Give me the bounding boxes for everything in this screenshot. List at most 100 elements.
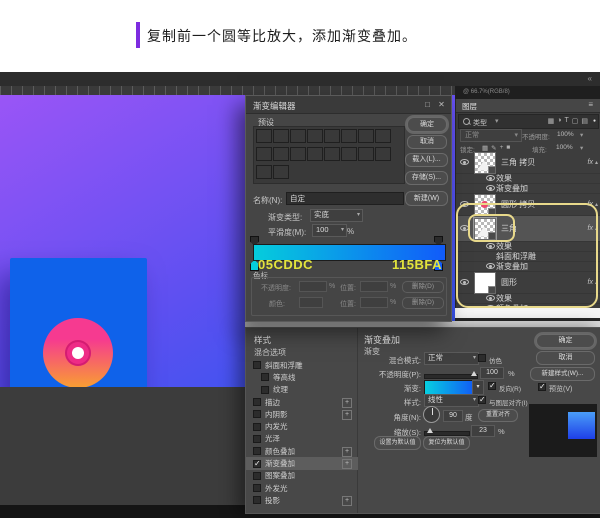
visibility-eye-icon[interactable] bbox=[486, 295, 496, 302]
preview-checkbox[interactable]: ✓ bbox=[538, 382, 546, 391]
chevron-down-icon[interactable]: ▾ bbox=[580, 144, 583, 152]
lock-toggle-icon[interactable]: ■ bbox=[506, 144, 510, 152]
close-icon[interactable]: ✕ bbox=[435, 99, 448, 110]
layer-thumbnail[interactable] bbox=[474, 193, 496, 216]
stop-color-swatch[interactable] bbox=[299, 297, 323, 308]
stop-opacity-input[interactable] bbox=[299, 281, 327, 292]
visibility-eye-icon[interactable] bbox=[460, 159, 470, 166]
gradient-preset-swatch[interactable] bbox=[273, 147, 289, 161]
slider-thumb[interactable] bbox=[471, 371, 477, 376]
gradient-preset-swatch[interactable] bbox=[273, 129, 289, 143]
gradient-preset-swatch[interactable] bbox=[256, 165, 272, 179]
gradient-swatch[interactable] bbox=[424, 380, 473, 395]
add-effect-icon[interactable]: + bbox=[342, 459, 352, 470]
gradient-preset-swatch[interactable] bbox=[375, 147, 391, 161]
gradient-type-select[interactable]: 实底 ▾ bbox=[310, 209, 363, 222]
style-checkbox[interactable]: ✓ bbox=[253, 484, 261, 493]
angle-dial[interactable] bbox=[423, 406, 440, 423]
gradient-preset-swatch[interactable] bbox=[307, 147, 323, 161]
angle-value[interactable]: 90 bbox=[443, 410, 463, 422]
visibility-eye-icon[interactable] bbox=[486, 243, 496, 250]
filter-kind-icon[interactable]: T bbox=[564, 117, 568, 125]
style-item[interactable]: ✓ 纹理 + bbox=[246, 384, 358, 396]
style-item[interactable]: ✓ 内阴影 + bbox=[246, 408, 358, 421]
opacity-value[interactable]: 100% bbox=[557, 131, 574, 138]
style-checkbox[interactable]: ✓ bbox=[253, 496, 261, 505]
new-style-button[interactable]: 新建样式(W)... bbox=[530, 367, 595, 381]
dock-collapse-icon[interactable]: « bbox=[588, 74, 592, 83]
smoothness-input[interactable]: 100 ▾ bbox=[312, 224, 347, 237]
gradient-preset-swatch[interactable] bbox=[341, 147, 357, 161]
style-item[interactable]: ✓ 内发光 + bbox=[246, 420, 358, 432]
slider-thumb[interactable] bbox=[427, 428, 433, 433]
gradient-preset-swatch[interactable] bbox=[358, 129, 374, 143]
layer-row[interactable]: 渐变叠加 fx▴ bbox=[456, 262, 600, 272]
reverse-checkbox[interactable]: ✓ bbox=[488, 381, 496, 390]
gradient-preset-swatch[interactable] bbox=[341, 129, 357, 143]
fill-value[interactable]: 100% bbox=[556, 144, 573, 151]
filter-type-label[interactable]: 类型 bbox=[473, 118, 487, 128]
layer-row[interactable]: 圆形 fx ▴ bbox=[456, 271, 600, 294]
blend-mode-select[interactable]: 正常 ▾ bbox=[460, 129, 522, 142]
maximize-icon[interactable]: □ bbox=[421, 99, 434, 110]
panel-menu-icon[interactable]: ≡ bbox=[588, 100, 593, 109]
gradient-name-input[interactable]: 自定 bbox=[286, 192, 404, 205]
visibility-eye-icon[interactable] bbox=[486, 263, 496, 270]
layer-thumbnail[interactable] bbox=[473, 216, 497, 241]
filter-kind-icon[interactable]: ▦ bbox=[548, 117, 555, 125]
align-checkbox[interactable]: ✓ bbox=[478, 395, 486, 404]
gradient-picker-caret[interactable]: ▾ bbox=[472, 380, 484, 395]
gradient-preset-swatch[interactable] bbox=[256, 147, 272, 161]
style-item[interactable]: ✓ 等高线 + bbox=[246, 371, 358, 383]
style-checkbox[interactable]: ✓ bbox=[261, 373, 269, 382]
layer-fx-badge[interactable]: fx ▴ bbox=[588, 194, 598, 215]
layer-row[interactable]: 效果 fx▴ bbox=[456, 294, 600, 304]
visibility-eye-icon[interactable] bbox=[460, 279, 470, 286]
filter-kind-icon[interactable]: ▢ bbox=[572, 117, 579, 125]
gradient-preset-swatch[interactable] bbox=[358, 147, 374, 161]
style-checkbox[interactable]: ✓ bbox=[253, 434, 261, 443]
new-gradient-button[interactable]: 新建(W) bbox=[405, 191, 448, 206]
chevron-up-icon[interactable]: ▴ bbox=[595, 279, 598, 286]
reset-align-button[interactable]: 重置对齐 bbox=[478, 409, 518, 422]
layer-fx-badge[interactable]: fx ▴ bbox=[588, 216, 598, 241]
delete-stop-button[interactable]: 删除(D) bbox=[402, 297, 444, 309]
add-effect-icon[interactable]: + bbox=[342, 447, 352, 458]
style-checkbox[interactable]: ✓ bbox=[253, 361, 261, 370]
layer-row[interactable]: 圆形 拷贝 fx ▴ bbox=[456, 193, 600, 216]
style-checkbox[interactable]: ✓ bbox=[253, 459, 261, 468]
dialog-title-bar[interactable]: 渐变编辑器 □ ✕ bbox=[246, 96, 451, 114]
gradient-preset-swatch[interactable] bbox=[273, 165, 289, 179]
gradient-preset-swatch[interactable] bbox=[324, 147, 340, 161]
blending-options-item[interactable]: 混合选项 bbox=[254, 347, 286, 358]
chevron-up-icon[interactable]: ▴ bbox=[595, 201, 598, 208]
filter-kind-icon[interactable]: ◑ bbox=[557, 117, 561, 125]
layer-fx-badge[interactable]: fx ▴ bbox=[588, 272, 598, 293]
style-checkbox[interactable]: ✓ bbox=[253, 410, 261, 419]
opacity-value[interactable]: 100 bbox=[480, 367, 504, 379]
delete-stop-button[interactable]: 删除(D) bbox=[402, 281, 444, 293]
style-item[interactable]: ✓ 颜色叠加 + bbox=[246, 445, 358, 458]
load-button[interactable]: 载入(L)... bbox=[405, 153, 448, 167]
visibility-eye-icon[interactable] bbox=[486, 185, 496, 192]
style-item[interactable]: ✓ 渐变叠加 + bbox=[246, 457, 358, 470]
style-item[interactable]: ✓ 光泽 + bbox=[246, 433, 358, 445]
chevron-down-icon[interactable]: ▾ bbox=[580, 131, 583, 139]
style-checkbox[interactable]: ✓ bbox=[253, 398, 261, 407]
style-item[interactable]: ✓ 斜面和浮雕 + bbox=[246, 359, 358, 371]
style-checkbox[interactable]: ✓ bbox=[253, 422, 261, 431]
opacity-slider[interactable] bbox=[424, 371, 478, 379]
style-checkbox[interactable]: ✓ bbox=[261, 385, 269, 394]
stop-position-input[interactable] bbox=[360, 281, 388, 292]
chevron-up-icon[interactable]: ▴ bbox=[595, 225, 598, 232]
cancel-button[interactable]: 取消 bbox=[407, 135, 447, 149]
style-checkbox[interactable]: ✓ bbox=[253, 447, 261, 456]
gradient-preset-swatch[interactable] bbox=[290, 129, 306, 143]
add-effect-icon[interactable]: + bbox=[342, 496, 352, 507]
layer-thumbnail[interactable] bbox=[474, 271, 496, 294]
filter-kind-icon[interactable]: ▤ bbox=[581, 117, 588, 125]
style-item[interactable]: ✓ 投影 + bbox=[246, 494, 358, 507]
gradient-preset-swatch[interactable] bbox=[307, 129, 323, 143]
style-item[interactable]: ✓ 图案叠加 + bbox=[246, 470, 358, 482]
style-item[interactable]: ✓ 外发光 + bbox=[246, 482, 358, 494]
